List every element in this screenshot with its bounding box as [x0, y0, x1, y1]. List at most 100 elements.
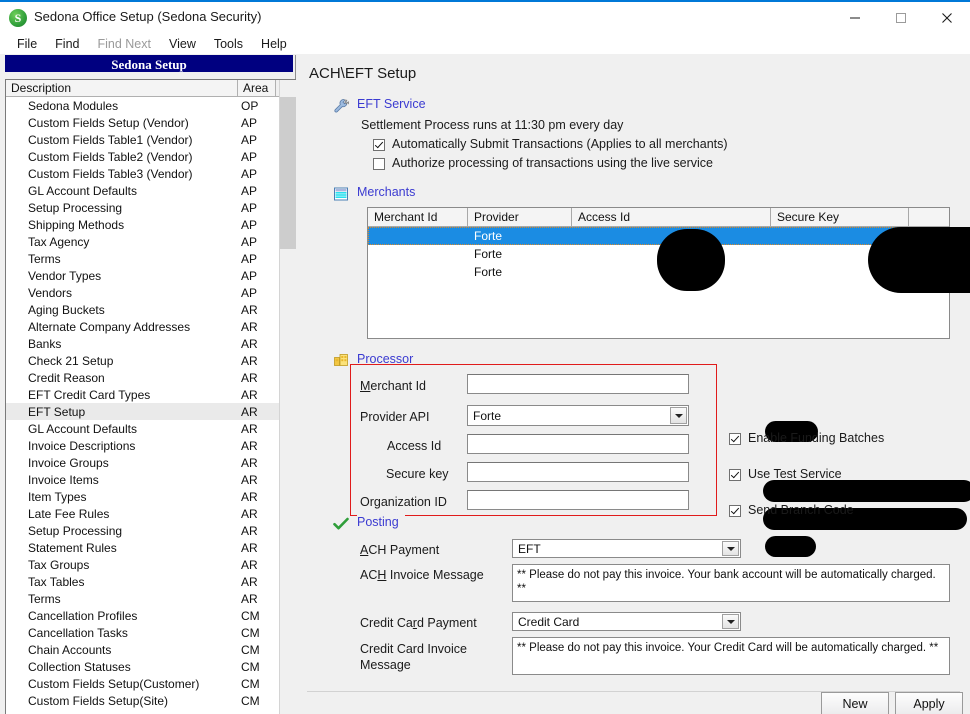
- sidebar-item-custom-fields-setup-site[interactable]: Custom Fields Setup(Site) CM: [6, 692, 296, 709]
- merchants-rule: [357, 194, 958, 195]
- sidebar-item-invoice-descriptions[interactable]: Invoice Descriptions AR: [6, 437, 296, 454]
- application-window: S Sedona Office Setup (Sedona Security) …: [0, 0, 970, 714]
- sidebar-item-area: CM: [241, 693, 260, 708]
- new-button-label: New: [842, 696, 868, 711]
- sidebar-scrollbar-thumb[interactable]: [280, 97, 296, 249]
- sidebar-item-area: AR: [241, 472, 258, 487]
- sidebar-item-area: AR: [241, 370, 258, 385]
- sidebar-item-tax-agency[interactable]: Tax Agency AP: [6, 233, 296, 250]
- sidebar-item-invoice-items[interactable]: Invoice Items AR: [6, 471, 296, 488]
- sidebar-item-eft-credit-card-types[interactable]: EFT Credit Card Types AR: [6, 386, 296, 403]
- grid-col-access-id[interactable]: Access Id: [572, 208, 771, 226]
- ach-payment-select[interactable]: EFT: [512, 539, 741, 558]
- sidebar-item-chain-accounts[interactable]: Chain Accounts CM: [6, 641, 296, 658]
- sidebar-item-label: Statement Rules: [28, 540, 117, 555]
- sidebar-item-tax-groups[interactable]: Tax Groups AR: [6, 556, 296, 573]
- ach-invoice-message-textarea[interactable]: ** Please do not pay this invoice. Your …: [512, 564, 950, 602]
- grid-col-merchant-id[interactable]: Merchant Id: [368, 208, 468, 226]
- sidebar-item-label: Custom Fields Table3 (Vendor): [28, 166, 193, 181]
- sidebar-item-custom-fields-table3-vendor[interactable]: Custom Fields Table3 (Vendor) AP: [6, 165, 296, 182]
- menu-tools[interactable]: Tools: [205, 37, 252, 51]
- table-row[interactable]: Forte: [368, 227, 949, 245]
- sidebar-item-area: AR: [241, 489, 258, 504]
- sidebar-item-terms[interactable]: Terms AR: [6, 590, 296, 607]
- authorize-live-checkbox-row[interactable]: Authorize processing of transactions usi…: [373, 156, 958, 170]
- sidebar-item-area: CM: [241, 676, 260, 691]
- processor-access-id-input[interactable]: [467, 434, 689, 454]
- sidebar-item-label: EFT Setup: [28, 404, 86, 419]
- sidebar-item-label: GL Account Defaults: [28, 183, 137, 198]
- auto-submit-checkbox-row[interactable]: Automatically Submit Transactions (Appli…: [373, 137, 958, 151]
- menu-file[interactable]: File: [8, 37, 46, 51]
- sidebar-item-cancellation-profiles[interactable]: Cancellation Profiles CM: [6, 607, 296, 624]
- close-icon[interactable]: [924, 2, 970, 34]
- use-test-service-checkbox[interactable]: [729, 469, 741, 481]
- sidebar-item-late-fee-rules[interactable]: Late Fee Rules AR: [6, 505, 296, 522]
- sidebar-item-custom-fields-table2-vendor[interactable]: Custom Fields Table2 (Vendor) AP: [6, 148, 296, 165]
- column-header-area[interactable]: Area: [238, 80, 276, 96]
- processor-secure-key-input[interactable]: [467, 462, 689, 482]
- sidebar-item-gl-account-defaults[interactable]: GL Account Defaults AR: [6, 420, 296, 437]
- sidebar-item-cancellation-tasks[interactable]: Cancellation Tasks CM: [6, 624, 296, 641]
- authorize-live-checkbox[interactable]: [373, 158, 385, 170]
- sidebar-scrollbar[interactable]: [279, 80, 296, 714]
- sidebar-item-item-types[interactable]: Item Types AR: [6, 488, 296, 505]
- merchants-grid[interactable]: Merchant Id Provider Access Id Secure Ke…: [367, 207, 950, 339]
- sidebar-item-invoice-groups[interactable]: Invoice Groups AR: [6, 454, 296, 471]
- minimize-icon[interactable]: [832, 2, 878, 34]
- grid-col-extra[interactable]: [909, 208, 949, 226]
- sidebar-item-setup-processing[interactable]: Setup Processing AP: [6, 199, 296, 216]
- sidebar-item-label: Vendor Types: [28, 268, 102, 283]
- use-test-service-label: Use Test Service: [748, 467, 842, 481]
- credit-card-payment-select[interactable]: Credit Card: [512, 612, 741, 631]
- wrench-icon: [333, 98, 350, 114]
- sidebar-item-custom-fields-setup-vendor[interactable]: Custom Fields Setup (Vendor) AP: [6, 114, 296, 131]
- maximize-icon[interactable]: [878, 2, 924, 34]
- processor-provider-api-select[interactable]: Forte: [467, 405, 689, 426]
- sidebar-item-vendors[interactable]: Vendors AP: [6, 284, 296, 301]
- sidebar-item-custom-fields-setup-customer[interactable]: Custom Fields Setup(Customer) CM: [6, 675, 296, 692]
- sidebar-item-shipping-methods[interactable]: Shipping Methods AP: [6, 216, 296, 233]
- processor-organization-id-input[interactable]: [467, 490, 689, 510]
- apply-button[interactable]: Apply: [895, 692, 963, 714]
- grid-col-provider[interactable]: Provider: [468, 208, 572, 226]
- sidebar-item-vendor-types[interactable]: Vendor Types AP: [6, 267, 296, 284]
- sidebar-item-gl-account-defaults[interactable]: GL Account Defaults AP: [6, 182, 296, 199]
- sidebar-item-setup-processing[interactable]: Setup Processing AR: [6, 522, 296, 539]
- processor-provider-api-label: Provider API: [360, 410, 430, 424]
- auto-submit-checkbox[interactable]: [373, 139, 385, 151]
- sidebar-item-alternate-company-addresses[interactable]: Alternate Company Addresses AR: [6, 318, 296, 335]
- sidebar-item-banks[interactable]: Banks AR: [6, 335, 296, 352]
- grid-col-secure-key[interactable]: Secure Key: [771, 208, 909, 226]
- menu-find[interactable]: Find: [46, 37, 88, 51]
- credit-card-invoice-message-textarea[interactable]: ** Please do not pay this invoice. Your …: [512, 637, 950, 675]
- menu-help[interactable]: Help: [252, 37, 296, 51]
- use-test-service-row[interactable]: Use Test Service: [729, 467, 842, 481]
- sidebar-item-statement-rules[interactable]: Statement Rules AR: [6, 539, 296, 556]
- column-header-description[interactable]: Description: [6, 80, 238, 96]
- sidebar-item-terms[interactable]: Terms AP: [6, 250, 296, 267]
- menu-view[interactable]: View: [160, 37, 205, 51]
- setup-list: Description Area Sedona Modules OP Custom …: [5, 79, 296, 714]
- sidebar-item-eft-setup[interactable]: EFT Setup AR: [6, 403, 296, 420]
- chevron-down-icon[interactable]: [722, 614, 739, 629]
- sidebar-item-collection-statuses[interactable]: Collection Statuses CM: [6, 658, 296, 675]
- sidebar-item-credit-reason[interactable]: Credit Reason AR: [6, 369, 296, 386]
- sidebar-item-area: AR: [241, 404, 258, 419]
- sidebar-item-area: AP: [241, 251, 258, 266]
- enable-funding-batches-checkbox[interactable]: [729, 433, 741, 445]
- sidebar-item-aging-buckets[interactable]: Aging Buckets AR: [6, 301, 296, 318]
- enable-funding-batches-row[interactable]: Enable Funding Batches: [729, 431, 884, 445]
- eft-service-header: EFT Service: [333, 97, 958, 115]
- processor-merchant-id-input[interactable]: [467, 374, 689, 394]
- sidebar-item-check-21-setup[interactable]: Check 21 Setup AR: [6, 352, 296, 369]
- sidebar-item-tax-tables[interactable]: Tax Tables AR: [6, 573, 296, 590]
- sidebar-item-sedona-modules[interactable]: Sedona Modules OP: [6, 97, 296, 114]
- sidebar-item-custom-fields-table1-vendor[interactable]: Custom Fields Table1 (Vendor) AP: [6, 131, 296, 148]
- enable-funding-batches-label: Enable Funding Batches: [748, 431, 885, 445]
- sidebar-item-area: AP: [241, 132, 258, 147]
- window-controls: [832, 2, 970, 34]
- chevron-down-icon[interactable]: [722, 541, 739, 556]
- chevron-down-icon[interactable]: [670, 407, 687, 424]
- new-button[interactable]: New: [821, 692, 889, 714]
